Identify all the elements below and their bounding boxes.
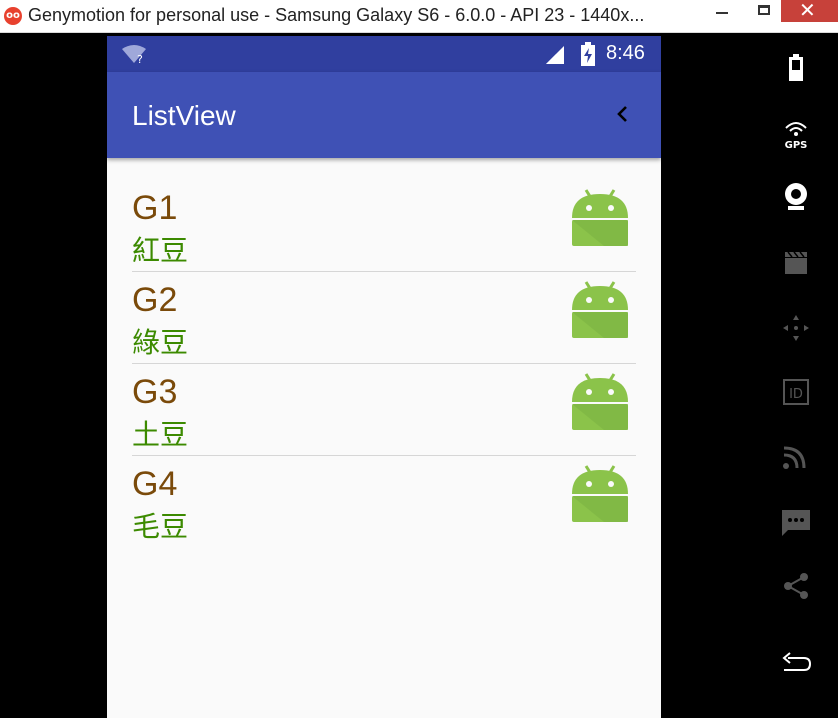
id-label: ID [789, 387, 803, 402]
wifi-unknown-icon: ? [122, 45, 146, 64]
app-toolbar: ListView [107, 72, 661, 158]
gps-icon[interactable]: GPS [778, 116, 814, 152]
list-item[interactable]: G1 紅豆 [132, 180, 636, 272]
close-button[interactable]: ✕ [781, 0, 838, 22]
android-icon [572, 465, 628, 522]
list-item-title: G1 [132, 189, 178, 227]
list-view: G1 紅豆 G2 綠豆 G3 土豆 G4 毛豆 [132, 180, 636, 548]
capture-icon[interactable] [778, 244, 814, 280]
wifi-badge: ? [137, 53, 143, 64]
android-icon [572, 281, 628, 338]
page-title: ListView [132, 100, 236, 131]
genymotion-app-icon: oo [4, 7, 22, 25]
list-item-subtitle: 土豆 [132, 418, 189, 451]
status-clock: 8:46 [606, 42, 645, 64]
status-bar: ? 8:46 [107, 36, 661, 72]
minimize-button[interactable] [700, 0, 744, 22]
list-item-title: G2 [132, 281, 178, 319]
list-item-title: G3 [132, 373, 178, 411]
emulator-window: oo Genymotion for personal use - Samsung… [0, 0, 838, 718]
list-item-title: G4 [132, 465, 178, 503]
list-item[interactable]: G3 土豆 [132, 364, 636, 456]
list-item-subtitle: 綠豆 [132, 326, 189, 359]
gps-label: GPS [785, 140, 808, 151]
back-icon[interactable] [778, 644, 814, 680]
close-icon: ✕ [799, 0, 816, 22]
maximize-icon [758, 5, 770, 15]
chevron-left-icon[interactable] [613, 104, 633, 124]
android-icon [572, 189, 628, 246]
list-item[interactable]: G2 綠豆 [132, 272, 636, 364]
signal-icon [546, 46, 564, 64]
minimize-icon [716, 12, 728, 14]
webcam-icon[interactable] [778, 178, 814, 214]
cast-icon[interactable] [778, 438, 814, 474]
battery-icon[interactable] [778, 50, 814, 86]
list-item[interactable]: G4 毛豆 [132, 456, 636, 548]
genymotion-toolbar: GPS ID [762, 36, 834, 718]
list-item-subtitle: 毛豆 [132, 510, 189, 543]
share-icon[interactable] [778, 568, 814, 604]
android-icon [572, 373, 628, 430]
sms-icon[interactable] [778, 504, 814, 540]
window-titlebar: oo Genymotion for personal use - Samsung… [0, 0, 838, 33]
list-item-subtitle: 紅豆 [132, 234, 189, 267]
android-screen: ? 8:46 ListView G1 紅豆 G2 綠豆 G3 土豆 G4 毛豆 [107, 36, 661, 718]
id-icon[interactable]: ID [778, 374, 814, 410]
window-title: Genymotion for personal use - Samsung Ga… [28, 5, 645, 25]
battery-charging-icon [581, 42, 595, 66]
dpad-icon[interactable] [778, 310, 814, 346]
